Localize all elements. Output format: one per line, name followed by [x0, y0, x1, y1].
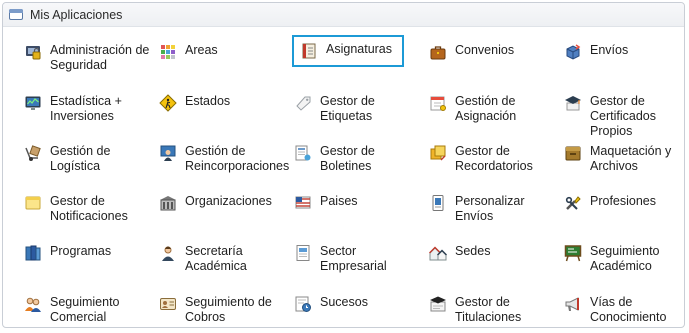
note-icon — [24, 194, 42, 212]
app-label: Gestor de Etiquetas — [320, 94, 375, 123]
app-label: Maquetación y Archivos — [590, 144, 672, 173]
app-convenios[interactable]: Convenios — [429, 37, 557, 81]
applications-grid: Administración de Seguridad Areas Asignatu… — [3, 28, 684, 327]
app-gestion-de-asignacion[interactable]: Gestión de Asignación — [429, 88, 557, 132]
app-gestor-de-etiquetas[interactable]: Gestor de Etiquetas — [294, 88, 422, 132]
app-label: Organizaciones — [185, 194, 272, 208]
app-maquetacion-y-archivos[interactable]: Maquetación y Archivos — [564, 138, 689, 182]
app-label: Gestor de Certificados Propios — [590, 94, 656, 138]
app-estados[interactable]: Estados — [159, 88, 287, 132]
tools-icon — [564, 194, 582, 212]
app-label: Gestión de Asignación — [455, 94, 517, 123]
app-vias-de-conocimiento[interactable]: Vías de Conocimiento — [564, 289, 689, 333]
app-label: Areas — [185, 43, 218, 57]
road-sign-icon — [159, 94, 177, 112]
app-asignaturas[interactable]: Asignaturas — [292, 35, 404, 67]
app-label: Envíos — [590, 43, 629, 57]
panel-header: Mis Aplicaciones — [3, 3, 684, 27]
hand-truck-icon — [24, 144, 42, 162]
app-seguimiento-comercial[interactable]: Seguimiento Comercial — [24, 289, 152, 333]
app-gestor-de-certificados-propios[interactable]: Gestor de Certificados Propios — [564, 88, 689, 138]
app-label: Vías de Conocimiento — [590, 295, 667, 324]
certificate-icon — [429, 295, 447, 313]
user-board-icon — [159, 144, 177, 162]
app-label: Convenios — [455, 43, 515, 57]
app-programas[interactable]: Programas — [24, 238, 152, 282]
app-gestor-de-notificaciones[interactable]: Gestor de Notificaciones — [24, 188, 152, 232]
app-gestor-de-recordatorios[interactable]: Gestor de Recordatorios — [429, 138, 557, 182]
app-personalizar-envios[interactable]: Personalizar Envíos — [429, 188, 557, 232]
sticky-notes-icon — [429, 144, 447, 162]
app-sedes[interactable]: Sedes — [429, 238, 557, 282]
briefcase-icon — [429, 43, 447, 61]
app-gestion-de-reincorporaciones[interactable]: Gestión de Reincorporaciones — [159, 138, 290, 182]
id-card-icon — [159, 295, 177, 313]
app-label: Sedes — [455, 244, 491, 258]
calendar-pin-icon — [429, 94, 447, 112]
areas-grid-icon — [159, 43, 177, 61]
archive-box-icon — [564, 144, 582, 162]
houses-icon — [429, 244, 447, 262]
notebook-icon — [300, 42, 318, 60]
app-label: Gestor de Titulaciones — [455, 295, 522, 324]
tag-icon — [294, 94, 312, 112]
graduation-cap-icon — [564, 94, 582, 112]
secretary-icon — [159, 244, 177, 262]
app-label: Seguimiento Comercial — [50, 295, 120, 324]
envelope-doc-icon — [429, 194, 447, 212]
event-clock-icon — [294, 295, 312, 313]
window-icon — [9, 9, 23, 20]
app-label: Seguimiento de Cobros — [185, 295, 272, 324]
app-seguimiento-de-cobros[interactable]: Seguimiento de Cobros — [159, 289, 287, 333]
app-label: Personalizar Envíos — [455, 194, 525, 223]
package-arrow-icon — [564, 43, 582, 61]
app-seguimiento-academico[interactable]: Seguimiento Académico — [564, 238, 689, 282]
app-label: Programas — [50, 244, 112, 258]
app-label: Sucesos — [320, 295, 368, 309]
app-label: Gestión de Reincorporaciones — [185, 144, 290, 173]
office-document-icon — [294, 244, 312, 262]
app-envios[interactable]: Envíos — [564, 37, 689, 81]
app-gestor-de-titulaciones[interactable]: Gestor de Titulaciones — [429, 289, 557, 333]
app-gestor-de-boletines[interactable]: Gestor de Boletines — [294, 138, 422, 182]
megaphone-icon — [564, 295, 582, 313]
newsletter-icon — [294, 144, 312, 162]
app-label: Seguimiento Académico — [590, 244, 660, 273]
app-label: Sector Empresarial — [320, 244, 387, 273]
app-sector-empresarial[interactable]: Sector Empresarial — [294, 238, 422, 282]
app-label: Administración de Seguridad — [50, 43, 150, 72]
app-label: Estadística + Inversiones — [50, 94, 122, 123]
panel-title: Mis Aplicaciones — [30, 7, 123, 22]
app-label: Secretaría Académica — [185, 244, 247, 273]
app-label: Gestor de Notificaciones — [50, 194, 128, 223]
app-label: Gestor de Recordatorios — [455, 144, 533, 173]
building-icon — [159, 194, 177, 212]
app-gestion-de-logistica[interactable]: Gestión de Logística — [24, 138, 152, 182]
applications-panel: Mis Aplicaciones Administración de Segur… — [2, 2, 685, 328]
app-secretaria-academica[interactable]: Secretaría Académica — [159, 238, 287, 282]
app-organizaciones[interactable]: Organizaciones — [159, 188, 287, 232]
app-label: Estados — [185, 94, 231, 108]
monitor-chart-icon — [24, 94, 42, 112]
app-administracion-de-seguridad[interactable]: Administración de Seguridad — [24, 37, 152, 81]
books-icon — [24, 244, 42, 262]
chalkboard-icon — [564, 244, 582, 262]
app-label: Gestión de Logística — [50, 144, 111, 173]
app-label: Profesiones — [590, 194, 657, 208]
app-profesiones[interactable]: Profesiones — [564, 188, 689, 232]
app-paises[interactable]: Paises — [294, 188, 422, 232]
app-sucesos[interactable]: Sucesos — [294, 289, 422, 333]
app-areas[interactable]: Areas — [159, 37, 287, 81]
app-label: Gestor de Boletines — [320, 144, 375, 173]
app-estadistica-inversiones[interactable]: Estadística + Inversiones — [24, 88, 152, 132]
app-label: Asignaturas — [326, 42, 393, 56]
users-icon — [24, 295, 42, 313]
app-label: Paises — [320, 194, 358, 208]
security-admin-icon — [24, 43, 42, 61]
flag-icon — [294, 194, 312, 212]
